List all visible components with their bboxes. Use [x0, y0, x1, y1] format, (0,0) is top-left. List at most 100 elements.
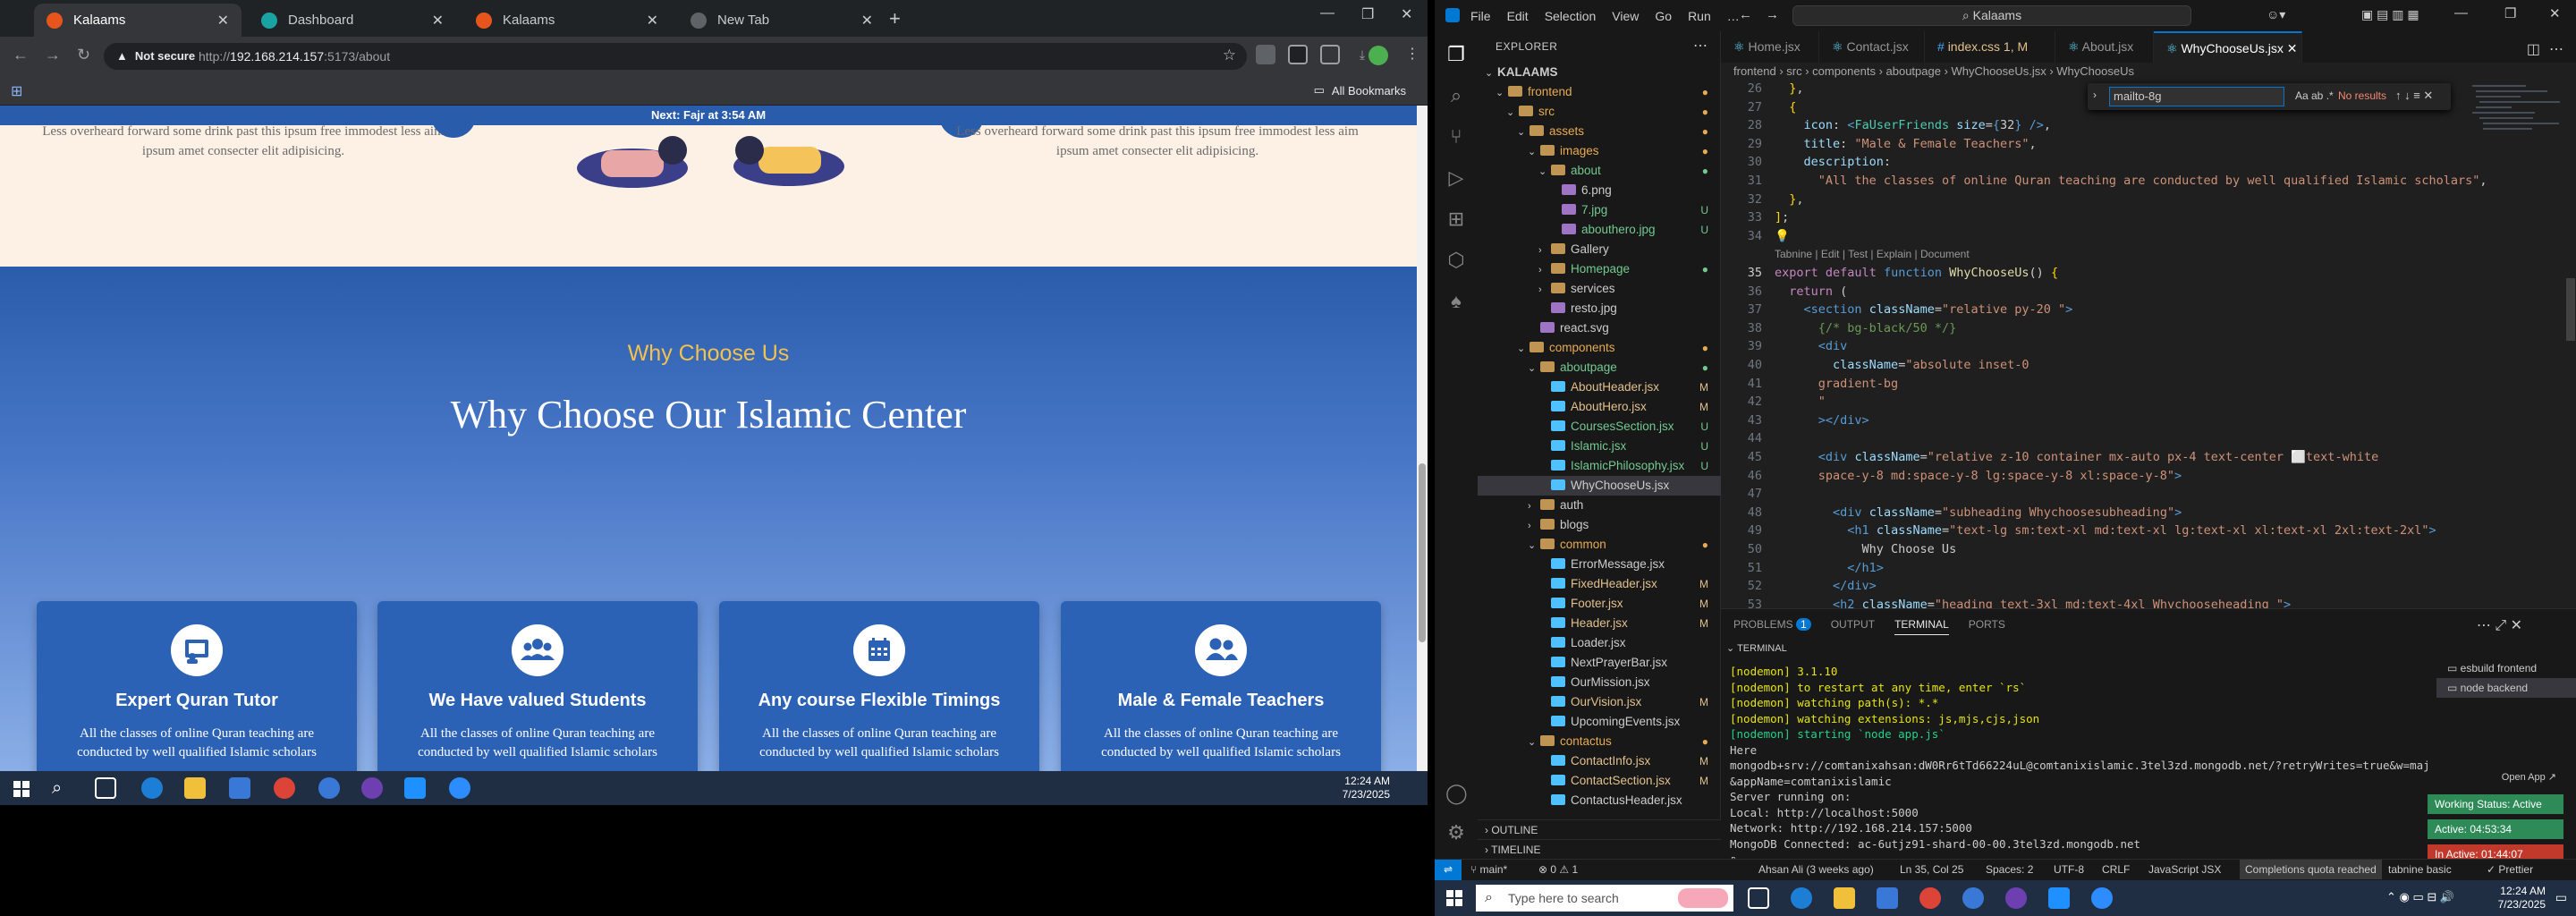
tree-file[interactable]: Header.jsx M [1478, 614, 1721, 633]
tree-folder[interactable]: ⌄ src ● [1478, 102, 1721, 122]
code-line[interactable]: return ( [1775, 284, 1847, 299]
copilot-quota-status[interactable]: Completions quota reached [2240, 860, 2382, 879]
url-text[interactable]: http://192.168.214.157:5173/about [199, 49, 390, 64]
code-line[interactable]: {/* bg-black/50 */} [1775, 321, 1956, 335]
language-mode[interactable]: JavaScript JSX [2148, 860, 2221, 879]
layout-toggle-icon[interactable]: ▣ ▤ ▥ ▦ [2361, 7, 2419, 22]
store-icon[interactable] [229, 777, 250, 799]
edge-icon[interactable] [141, 777, 163, 799]
menu-go[interactable]: Go [1655, 9, 1672, 23]
tree-folder[interactable]: ⌄ KALAAMS [1478, 63, 1721, 82]
tab-whychooseus-jsx[interactable]: ⚛ WhyChooseUs.jsx ✕ [2154, 31, 2302, 63]
vscode-icon[interactable] [2048, 887, 2070, 909]
code-line[interactable]: </div> [1775, 579, 1877, 593]
tree-folder[interactable]: › auth [1478, 496, 1721, 515]
git-blame-status[interactable]: Ahsan Ali (3 weeks ago) [1758, 860, 1874, 879]
tree-file[interactable]: NextPrayerBar.jsx [1478, 653, 1721, 673]
tab-output[interactable]: OUTPUT [1831, 618, 1875, 635]
tree-folder[interactable]: ⌄ contactus ● [1478, 732, 1721, 751]
minimize-icon[interactable]: — [2454, 5, 2468, 21]
tree-file[interactable]: ErrorMessage.jsx [1478, 555, 1721, 574]
tab-contact-jsx[interactable]: ⚛ Contact.jsx [1819, 31, 1925, 63]
new-tab-button[interactable]: + [889, 7, 901, 30]
tree-file[interactable]: AboutHeader.jsx M [1478, 377, 1721, 397]
code-line[interactable]: { [1775, 100, 1796, 114]
explorer-icon[interactable]: ❐ [1445, 44, 1467, 65]
tab-terminal[interactable]: TERMINAL [1894, 618, 1949, 635]
terminal-item-esbuild[interactable]: ▭ esbuild frontend [2436, 658, 2576, 678]
close-window-icon[interactable]: ✕ [2549, 5, 2561, 21]
run-debug-icon[interactable]: ▷ [1445, 167, 1467, 189]
reload-icon[interactable]: ↻ [77, 46, 90, 64]
vscode-icon[interactable] [404, 777, 426, 799]
menu-edit[interactable]: Edit [1507, 9, 1529, 23]
scrollbar-thumb[interactable] [1419, 463, 1426, 642]
find-nav-icons[interactable]: ↑ ↓ ≡ ✕ [2395, 89, 2433, 103]
browser-tab-dashboard[interactable]: Dashboard ✕ [249, 4, 456, 37]
tab-about-jsx[interactable]: ⚛ About.jsx [2055, 31, 2154, 63]
more-actions-icon[interactable]: ⋯ [1693, 37, 1707, 55]
tree-file[interactable]: CoursesSection.jsx U [1478, 417, 1721, 437]
nav-forward-icon[interactable]: → [1766, 7, 1779, 22]
tree-file[interactable]: Islamic.jsx U [1478, 437, 1721, 456]
command-center[interactable]: ⌕ Kalaams [1792, 5, 2191, 26]
indentation-status[interactable]: Spaces: 2 [1986, 860, 2033, 879]
windows-start-icon[interactable] [13, 780, 30, 798]
editor-scrollbar[interactable] [2563, 81, 2576, 608]
menu-kebab-icon[interactable]: ⋮ [1402, 45, 1422, 64]
code-line[interactable]: space-y-8 md:space-y-8 lg:space-y-8 xl:s… [1775, 469, 2182, 483]
open-app-button[interactable]: Open App ↗ [2502, 771, 2556, 783]
remote-indicator-icon[interactable]: ⇌ [1435, 860, 1462, 880]
edge-icon[interactable] [1791, 887, 1812, 909]
tree-file[interactable]: 7.jpg U [1478, 200, 1721, 220]
app-icon[interactable] [1962, 887, 1984, 909]
code-line[interactable]: }, [1775, 192, 1803, 207]
menu-more[interactable]: … [1727, 9, 1740, 23]
tree-file[interactable]: resto.jpg [1478, 299, 1721, 318]
cursor-position[interactable]: Ln 35, Col 25 [1900, 860, 1963, 879]
app-icon[interactable] [318, 777, 340, 799]
panel-actions-icon[interactable]: ⋯ ⤢ ✕ [2477, 616, 2522, 634]
code-line[interactable]: 💡 [1775, 229, 1790, 243]
tree-file[interactable]: ContactInfo.jsx M [1478, 751, 1721, 771]
close-tab-icon[interactable]: ✕ [647, 12, 658, 30]
file-explorer-icon[interactable] [184, 777, 206, 799]
tree-folder[interactable]: ⌄ images ● [1478, 141, 1721, 161]
code-line[interactable]: ]; [1775, 210, 1789, 225]
file-explorer-icon[interactable] [1834, 887, 1855, 909]
windows-start-icon[interactable] [1445, 889, 1463, 907]
terminal-output[interactable]: [nodemon] 3.1.10 [nodemon] to restart at … [1730, 664, 2428, 868]
tree-file[interactable]: Footer.jsx M [1478, 594, 1721, 614]
tab-problems[interactable]: PROBLEMS 1 [1733, 618, 1811, 635]
page-scrollbar[interactable] [1417, 106, 1428, 771]
back-icon[interactable]: ← [13, 46, 29, 64]
apps-grid-icon[interactable]: ⊞ [11, 82, 22, 100]
chevron-right-icon[interactable]: › [2093, 89, 2097, 101]
code-line[interactable]: export default function WhyChooseUs() { [1775, 266, 2058, 280]
github-icon[interactable] [361, 777, 383, 799]
search-icon[interactable]: ⌕ [52, 777, 73, 799]
store-icon[interactable] [1877, 887, 1898, 909]
menu-selection[interactable]: Selection [1545, 9, 1597, 23]
mongodb-leaf-icon[interactable]: ♠ [1445, 291, 1467, 312]
close-tab-icon[interactable]: ✕ [432, 12, 444, 30]
outline-section[interactable]: › OUTLINE [1478, 819, 1721, 839]
code-line[interactable]: <div className="relative z-10 container … [1775, 450, 2378, 464]
all-bookmarks-button[interactable]: ▭ All Bookmarks [1314, 83, 1406, 98]
maximize-icon[interactable]: ❐ [2504, 5, 2516, 21]
code-line[interactable]: description: [1775, 155, 1892, 169]
code-line[interactable]: <section className="relative py-20 "> [1775, 302, 2073, 317]
git-branch[interactable]: ⑂ main* [1470, 860, 1507, 879]
timeline-section[interactable]: › TIMELINE [1478, 839, 1721, 859]
menu-view[interactable]: View [1612, 9, 1639, 23]
tree-folder[interactable]: › services [1478, 279, 1721, 299]
forward-icon[interactable]: → [45, 46, 61, 64]
nav-back-icon[interactable]: ← [1739, 7, 1752, 22]
code-line[interactable]: ></div> [1775, 413, 1869, 428]
minimize-icon[interactable]: — [1320, 5, 1335, 21]
github-icon[interactable] [2005, 887, 2027, 909]
tab-home-jsx[interactable]: ⚛ Home.jsx [1721, 31, 1819, 63]
tree-file[interactable]: Loader.jsx [1478, 633, 1721, 653]
search-icon[interactable]: ⌕ [1445, 85, 1467, 106]
tab-ports[interactable]: PORTS [1969, 618, 2005, 635]
